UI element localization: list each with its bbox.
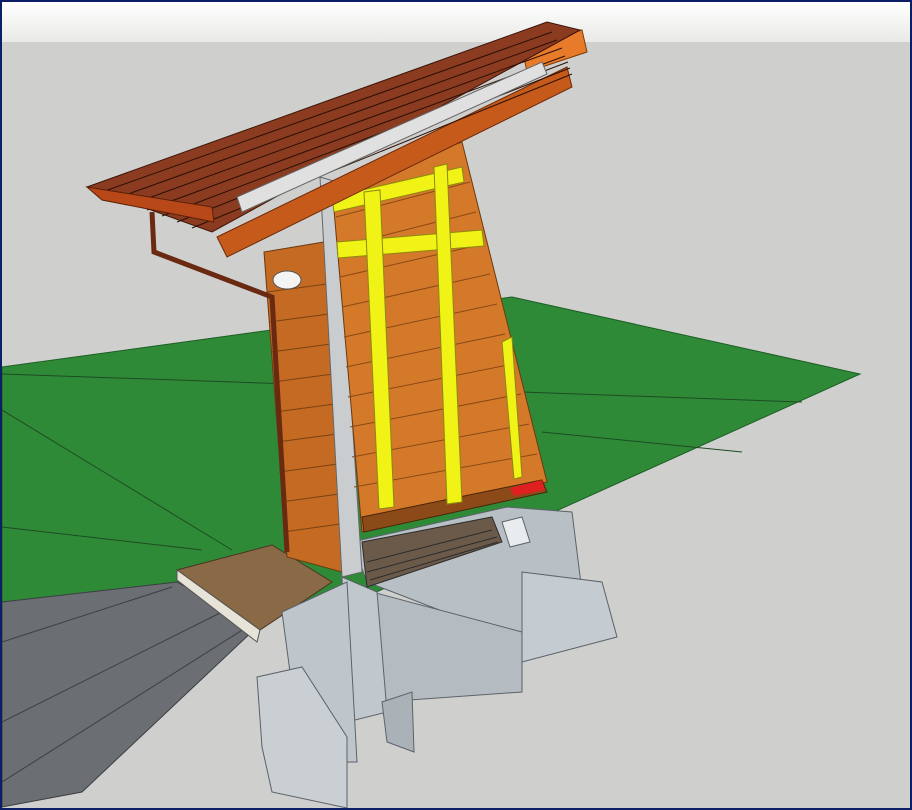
wall-lamp-icon <box>272 270 302 290</box>
road-surface <box>2 581 258 808</box>
model-scene[interactable] <box>2 2 910 808</box>
3d-viewport[interactable] <box>2 2 910 808</box>
